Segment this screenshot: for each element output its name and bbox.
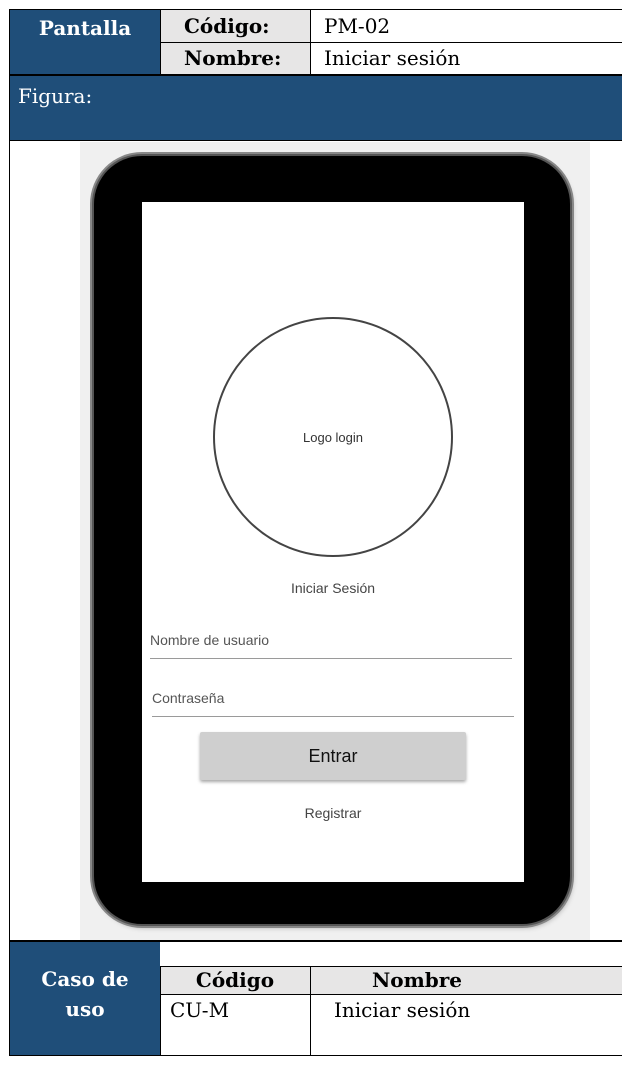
codigo-value: PM-02 — [324, 14, 391, 38]
nombre-value-cell: Iniciar sesión — [310, 42, 622, 74]
nombre-label: Nombre: — [184, 46, 282, 70]
username-field[interactable]: Nombre de usuario — [150, 632, 512, 660]
grid-line — [310, 966, 311, 1056]
logo-text: Logo login — [303, 429, 363, 445]
caso-nombre-value: Iniciar sesión — [334, 998, 471, 1022]
grid-line — [160, 9, 161, 75]
logo-circle: Logo login — [213, 317, 453, 557]
grid-line — [9, 140, 622, 141]
grid-line — [160, 966, 161, 1056]
codigo-label: Código: — [184, 14, 270, 38]
codigo-label-cell: Código: — [160, 10, 310, 42]
grid-line — [160, 42, 622, 43]
password-underline — [152, 716, 514, 717]
caso-de-uso-label: Caso de uso — [41, 967, 129, 1021]
login-title: Iniciar Sesión — [290, 580, 376, 596]
grid-line — [160, 966, 622, 967]
figura-label: Figura: — [18, 84, 93, 108]
grid-line — [9, 1055, 622, 1056]
nombre-header: Nombre — [372, 968, 463, 992]
pantalla-label: Pantalla — [38, 16, 132, 40]
caso-de-uso-cell: Caso de uso — [10, 942, 160, 1056]
codigo-value-cell: PM-02 — [310, 10, 622, 42]
nombre-value: Iniciar sesión — [324, 46, 461, 70]
nombre-label-cell: Nombre: — [160, 42, 310, 74]
tablet-screen: Logo login Iniciar Sesión Nombre de usua… — [142, 202, 524, 882]
password-placeholder: Contraseña — [152, 690, 225, 706]
username-underline — [150, 658, 512, 659]
enter-button-label: Entrar — [308, 745, 358, 766]
codigo-header: Código — [195, 968, 275, 992]
password-field[interactable]: Contraseña — [152, 690, 514, 718]
enter-button[interactable]: Entrar — [200, 732, 466, 780]
pantalla-label-cell: Pantalla — [10, 10, 160, 74]
grid-line — [10, 9, 622, 10]
username-placeholder: Nombre de usuario — [150, 632, 270, 648]
grid-line — [10, 74, 622, 76]
register-link[interactable]: Registrar — [142, 805, 524, 821]
codigo-value-row-cell: CU-M — [160, 994, 310, 1056]
figura-label-cell: Figura: — [10, 76, 622, 140]
caso-codigo-value: CU-M — [170, 998, 230, 1022]
codigo-header-cell: Código — [160, 966, 310, 994]
nombre-header-cell: Nombre — [310, 966, 622, 994]
grid-line — [310, 9, 311, 75]
grid-line — [9, 9, 10, 1056]
nombre-value-row-cell: Iniciar sesión — [310, 994, 622, 1056]
grid-line — [160, 994, 622, 995]
